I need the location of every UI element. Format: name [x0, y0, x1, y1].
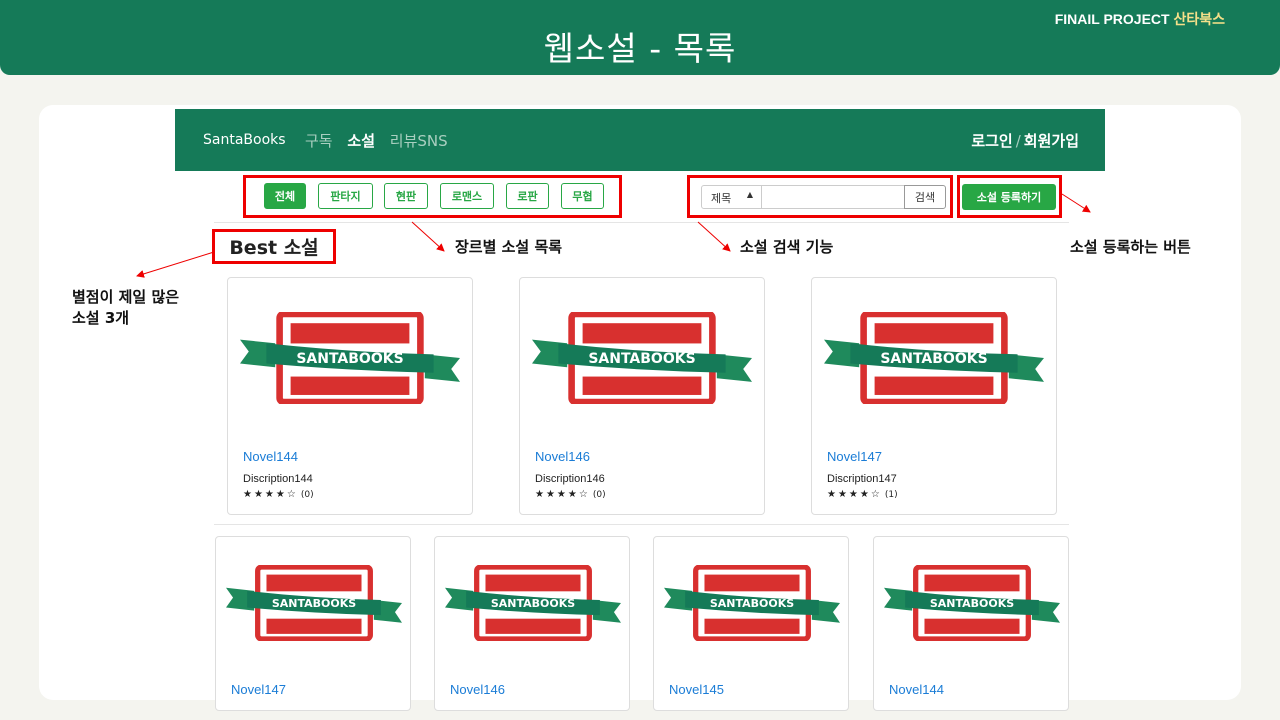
santabooks-logo: SANTABOOKS: [664, 564, 840, 645]
novel-description: Discription147: [827, 473, 897, 485]
novel-card[interactable]: SANTABOOKS Novel144: [873, 536, 1069, 711]
best-novel-card[interactable]: SANTABOOKS Novel147 Discription147 ★★★★☆…: [811, 277, 1057, 515]
svg-text:SANTABOOKS: SANTABOOKS: [880, 351, 987, 367]
santabooks-logo: SANTABOOKS: [226, 564, 402, 645]
santabooks-logo: SANTABOOKS: [240, 310, 460, 408]
svg-text:SANTABOOKS: SANTABOOKS: [491, 597, 575, 610]
rating-stars-value: ★★★★☆: [243, 489, 298, 500]
rating-stars: ★★★★☆ (1): [827, 489, 898, 500]
rating-stars: ★★★★☆ (0): [535, 489, 606, 500]
novel-title[interactable]: Novel145: [669, 682, 724, 697]
novel-title[interactable]: Novel147: [231, 682, 286, 697]
novel-title[interactable]: Novel144: [889, 682, 944, 697]
novel-description: Discription146: [535, 473, 605, 485]
novel-title[interactable]: Novel147: [827, 449, 882, 464]
rating-stars: ★★★★☆ (0): [243, 489, 314, 500]
svg-text:SANTABOOKS: SANTABOOKS: [710, 597, 794, 610]
novel-title[interactable]: Novel146: [450, 682, 505, 697]
rating-stars-value: ★★★★☆: [535, 489, 590, 500]
novel-description: Discription144: [243, 473, 313, 485]
svg-text:SANTABOOKS: SANTABOOKS: [296, 351, 403, 367]
rating-count: (1): [884, 490, 898, 500]
arrow-search: [697, 221, 731, 252]
novel-title[interactable]: Novel146: [535, 449, 590, 464]
svg-text:SANTABOOKS: SANTABOOKS: [930, 597, 1014, 610]
novel-card[interactable]: SANTABOOKS Novel147: [215, 536, 411, 711]
novel-card[interactable]: SANTABOOKS Novel145: [653, 536, 849, 711]
santabooks-logo: SANTABOOKS: [884, 564, 1060, 645]
santabooks-logo: SANTABOOKS: [824, 310, 1044, 408]
arrow-genre: [411, 221, 445, 252]
arrow-register: [1061, 193, 1091, 213]
svg-text:SANTABOOKS: SANTABOOKS: [272, 597, 356, 610]
novel-title[interactable]: Novel144: [243, 449, 298, 464]
santabooks-logo: SANTABOOKS: [445, 564, 621, 645]
rating-count: (0): [592, 490, 606, 500]
santabooks-logo: SANTABOOKS: [532, 310, 752, 408]
rating-count: (0): [300, 490, 314, 500]
divider-bottom: [214, 524, 1069, 525]
arrow-best: [136, 251, 215, 278]
novel-card[interactable]: SANTABOOKS Novel146: [434, 536, 630, 711]
rating-stars-value: ★★★★☆: [827, 489, 882, 500]
best-novel-card[interactable]: SANTABOOKS Novel146 Discription146 ★★★★☆…: [519, 277, 765, 515]
best-novel-card[interactable]: SANTABOOKS Novel144 Discription144 ★★★★☆…: [227, 277, 473, 515]
svg-text:SANTABOOKS: SANTABOOKS: [588, 351, 695, 367]
